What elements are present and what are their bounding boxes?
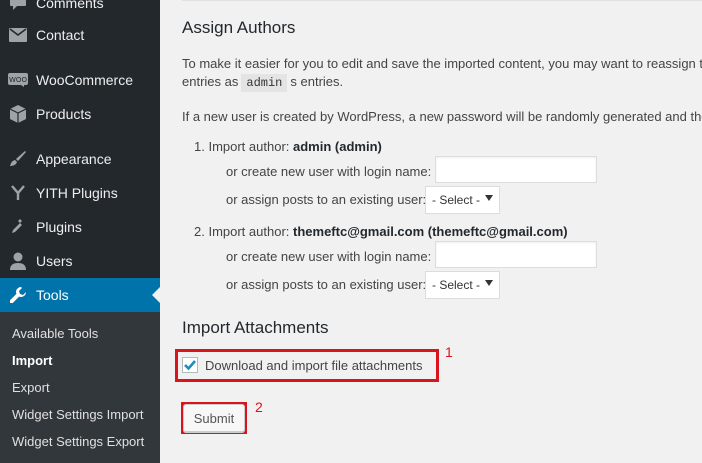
checkmark-icon bbox=[184, 360, 196, 371]
menu-item-users[interactable]: Users bbox=[0, 244, 160, 278]
import-attachments-heading: Import Attachments bbox=[182, 318, 329, 337]
divider bbox=[182, 0, 702, 1]
attachments-checkbox[interactable] bbox=[182, 357, 198, 373]
submit-button[interactable]: Submit bbox=[183, 404, 245, 432]
menu-label: Plugins bbox=[36, 219, 82, 235]
assign-user-label-2: or assign posts to an existing user: bbox=[226, 277, 427, 292]
menu-label: Users bbox=[36, 253, 73, 269]
menu-label: Appearance bbox=[36, 151, 112, 167]
chevron-down-icon bbox=[485, 280, 493, 286]
speech-bubble-icon bbox=[0, 0, 36, 11]
select-value: - Select - bbox=[432, 278, 481, 292]
menu-item-woocommerce[interactable]: WOO WooCommerce bbox=[0, 63, 160, 97]
paintbrush-icon bbox=[0, 150, 36, 168]
submenu-export[interactable]: Export bbox=[12, 380, 50, 395]
create-user-label-2: or create new user with login name: bbox=[226, 249, 432, 264]
wrench-icon bbox=[0, 286, 36, 304]
tools-submenu: Available Tools Import Export Widget Set… bbox=[0, 312, 160, 463]
user-icon bbox=[0, 252, 36, 270]
menu-label: Products bbox=[36, 106, 92, 122]
assign-authors-heading: Assign Authors bbox=[182, 18, 296, 37]
menu-label: Contact bbox=[36, 27, 85, 43]
active-indicator bbox=[152, 287, 160, 303]
yith-icon bbox=[0, 185, 36, 201]
select-value: - Select - bbox=[432, 193, 481, 207]
assign-user-label-1: or assign posts to an existing user: bbox=[226, 192, 427, 207]
intro-text: s entries. bbox=[290, 74, 344, 89]
attachments-checkbox-label[interactable]: Download and import file attachments bbox=[205, 358, 423, 373]
submenu-import[interactable]: Import bbox=[12, 353, 52, 368]
submenu-widget-settings-import[interactable]: Widget Settings Import bbox=[12, 407, 144, 422]
menu-item-comments[interactable]: Comments bbox=[0, 0, 160, 20]
annotation-1: 1 bbox=[445, 344, 453, 360]
menu-item-contact[interactable]: Contact bbox=[0, 18, 160, 52]
menu-item-tools[interactable]: Tools bbox=[0, 278, 160, 312]
intro-text: entries as bbox=[182, 74, 239, 89]
existing-user-select-2[interactable]: - Select - bbox=[425, 271, 500, 299]
author-name: themeftc@gmail.com (themeftc@gmail.com) bbox=[293, 224, 568, 239]
assign-intro-line2: entries as admin s entries. bbox=[182, 74, 344, 92]
submenu-widget-settings-export[interactable]: Widget Settings Export bbox=[12, 434, 144, 449]
menu-item-plugins[interactable]: Plugins bbox=[0, 210, 160, 244]
menu-label: YITH Plugins bbox=[36, 185, 118, 201]
import-author-1: 1. Import author: admin (admin) bbox=[194, 139, 382, 154]
chevron-down-icon bbox=[485, 195, 493, 201]
author-prefix: 1. Import author: bbox=[194, 139, 290, 154]
submenu-available-tools[interactable]: Available Tools bbox=[12, 326, 98, 341]
new-login-input-2[interactable] bbox=[435, 241, 597, 268]
menu-item-yith-plugins[interactable]: YITH Plugins bbox=[0, 176, 160, 210]
new-login-input-1[interactable] bbox=[435, 156, 597, 183]
create-user-label-1: or create new user with login name: bbox=[226, 164, 432, 179]
svg-text:WOO: WOO bbox=[9, 76, 27, 84]
existing-user-select-1[interactable]: - Select - bbox=[425, 186, 500, 214]
annotation-2: 2 bbox=[255, 399, 263, 415]
import-author-2: 2. Import author: themeftc@gmail.com (th… bbox=[194, 224, 568, 239]
new-user-note: If a new user is created by WordPress, a… bbox=[182, 109, 702, 124]
admin-code: admin bbox=[241, 74, 288, 92]
menu-item-appearance[interactable]: Appearance bbox=[0, 142, 160, 176]
main-content: Assign Authors To make it easier for you… bbox=[160, 0, 702, 463]
author-name: admin (admin) bbox=[293, 139, 382, 154]
envelope-icon bbox=[0, 28, 36, 42]
menu-label: Comments bbox=[36, 0, 104, 11]
menu-label: WooCommerce bbox=[36, 72, 133, 88]
box-icon bbox=[0, 105, 36, 123]
assign-intro-line1: To make it easier for you to edit and sa… bbox=[182, 56, 702, 71]
author-prefix: 2. Import author: bbox=[194, 224, 290, 239]
woocommerce-icon: WOO bbox=[0, 73, 36, 87]
menu-item-products[interactable]: Products bbox=[0, 97, 160, 131]
admin-sidebar: Comments Contact WOO WooCommerce Product… bbox=[0, 0, 160, 463]
plug-icon bbox=[0, 218, 36, 236]
menu-label: Tools bbox=[36, 287, 69, 303]
